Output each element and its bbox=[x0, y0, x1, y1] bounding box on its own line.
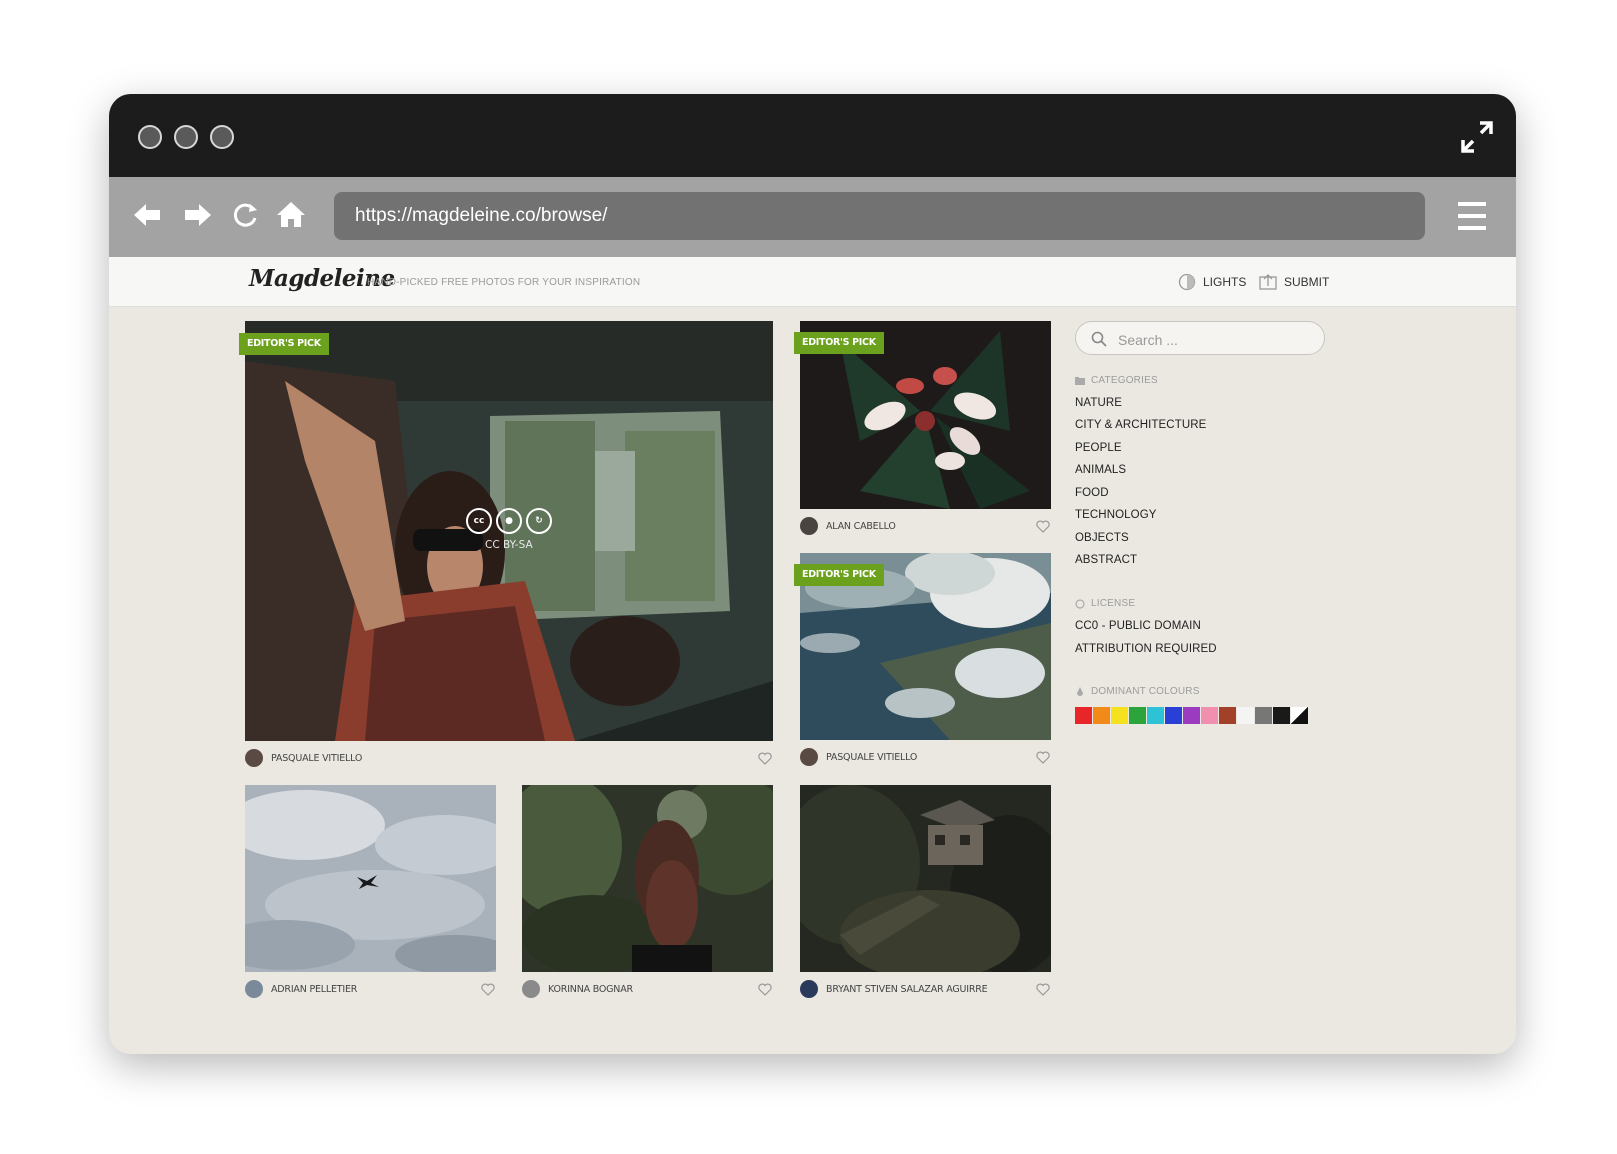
minimize-dot[interactable] bbox=[174, 125, 198, 149]
colour-swatch[interactable] bbox=[1111, 707, 1128, 724]
forest-house-image bbox=[800, 785, 1051, 972]
license-cc0[interactable]: CC0 - PUBLIC DOMAIN bbox=[1075, 620, 1201, 632]
hamburger-menu-icon[interactable] bbox=[1458, 201, 1486, 231]
category-city-architecture[interactable]: CITY & ARCHITECTURE bbox=[1075, 419, 1206, 431]
colour-swatch[interactable] bbox=[1129, 707, 1146, 724]
photo-forest-woman[interactable] bbox=[522, 785, 773, 972]
colour-swatch[interactable] bbox=[1147, 707, 1164, 724]
lights-toggle[interactable]: LIGHTS bbox=[1178, 273, 1246, 291]
license-attribution[interactable]: ATTRIBUTION REQUIRED bbox=[1075, 643, 1217, 655]
heart-icon[interactable] bbox=[1036, 751, 1050, 764]
heart-icon[interactable] bbox=[1036, 520, 1050, 533]
avatar bbox=[522, 980, 540, 998]
browser-window: https://magdeleine.co/browse/ Magdeleine… bbox=[109, 94, 1516, 1054]
lights-label: LIGHTS bbox=[1203, 275, 1247, 289]
license-icons: cc ● ↻ bbox=[466, 508, 552, 534]
author-row[interactable]: KORINNA BOGNAR bbox=[522, 979, 633, 999]
editors-pick-badge: EDITOR'S PICK bbox=[794, 332, 884, 354]
expand-icon[interactable] bbox=[1460, 120, 1494, 154]
author-name: PASQUALE VITIELLO bbox=[826, 751, 918, 763]
colour-swatch[interactable] bbox=[1075, 707, 1092, 724]
search-input[interactable] bbox=[1116, 329, 1310, 351]
author-row[interactable]: BRYANT STIVEN SALAZAR AGUIRRE bbox=[800, 979, 988, 999]
author-row[interactable]: ALAN CABELLO bbox=[800, 516, 896, 536]
photo-card[interactable]: EDITOR'S PICK cc ● ↻ CC BY-SA PASQUALE V… bbox=[239, 321, 773, 771]
colour-swatch[interactable] bbox=[1255, 707, 1272, 724]
search-icon bbox=[1091, 331, 1107, 347]
home-icon[interactable] bbox=[275, 199, 307, 231]
category-nature[interactable]: NATURE bbox=[1075, 397, 1122, 409]
author-name: ALAN CABELLO bbox=[826, 520, 896, 532]
drop-icon bbox=[1077, 686, 1083, 696]
avatar bbox=[245, 749, 263, 767]
forest-woman-image bbox=[522, 785, 773, 972]
site-tagline: HAND-PICKED FREE PHOTOS FOR YOUR INSPIRA… bbox=[367, 277, 641, 288]
back-arrow-icon[interactable] bbox=[132, 199, 164, 231]
bird-sky-image bbox=[245, 785, 496, 972]
colour-swatch[interactable] bbox=[1165, 707, 1182, 724]
avatar bbox=[800, 748, 818, 766]
reload-icon[interactable] bbox=[229, 199, 261, 231]
bulb-icon bbox=[1178, 273, 1196, 291]
photo-card[interactable]: KORINNA BOGNAR bbox=[522, 785, 773, 1003]
avatar bbox=[245, 980, 263, 998]
heart-icon[interactable] bbox=[481, 983, 495, 996]
nav-bar: https://magdeleine.co/browse/ bbox=[109, 177, 1516, 257]
sa-icon: ↻ bbox=[526, 508, 552, 534]
cc-small-icon bbox=[1075, 598, 1085, 609]
category-food[interactable]: FOOD bbox=[1075, 487, 1109, 499]
search-box[interactable] bbox=[1075, 321, 1325, 355]
author-row[interactable]: PASQUALE VITIELLO bbox=[800, 747, 917, 767]
cc-icon: cc bbox=[466, 508, 492, 534]
editors-pick-badge: EDITOR'S PICK bbox=[239, 333, 329, 355]
author-name: ADRIAN PELLETIER bbox=[271, 983, 358, 995]
author-name: PASQUALE VITIELLO bbox=[271, 752, 363, 764]
photo-card[interactable]: ADRIAN PELLETIER bbox=[245, 785, 496, 1003]
url-bar[interactable]: https://magdeleine.co/browse/ bbox=[334, 192, 1425, 240]
category-abstract[interactable]: ABSTRACT bbox=[1075, 554, 1137, 566]
category-people[interactable]: PEOPLE bbox=[1075, 442, 1122, 454]
categories-title: CATEGORIES bbox=[1075, 375, 1158, 386]
category-technology[interactable]: TECHNOLOGY bbox=[1075, 509, 1157, 521]
category-animals[interactable]: ANIMALS bbox=[1075, 464, 1126, 476]
submit-link[interactable]: SUBMIT bbox=[1259, 273, 1329, 291]
photo-forest-house[interactable] bbox=[800, 785, 1051, 972]
colour-swatch[interactable] bbox=[1237, 707, 1254, 724]
forward-arrow-icon[interactable] bbox=[181, 199, 213, 231]
heart-icon[interactable] bbox=[758, 752, 772, 765]
colour-swatch[interactable] bbox=[1219, 707, 1236, 724]
author-row[interactable]: ADRIAN PELLETIER bbox=[245, 979, 357, 999]
editors-pick-badge: EDITOR'S PICK bbox=[794, 564, 884, 586]
category-objects[interactable]: OBJECTS bbox=[1075, 532, 1129, 544]
avatar bbox=[800, 517, 818, 535]
colour-swatch[interactable] bbox=[1273, 707, 1290, 724]
avatar bbox=[800, 980, 818, 998]
colour-swatch[interactable] bbox=[1183, 707, 1200, 724]
folder-icon bbox=[1075, 376, 1085, 385]
author-name: KORINNA BOGNAR bbox=[548, 983, 633, 995]
colour-swatch[interactable] bbox=[1093, 707, 1110, 724]
heart-icon[interactable] bbox=[758, 983, 772, 996]
site-header: Magdeleine HAND-PICKED FREE PHOTOS FOR Y… bbox=[109, 257, 1516, 307]
colour-swatch[interactable] bbox=[1201, 707, 1218, 724]
license-label: CC BY-SA bbox=[485, 539, 533, 551]
title-bar bbox=[109, 94, 1516, 177]
photo-card[interactable]: BRYANT STIVEN SALAZAR AGUIRRE bbox=[800, 785, 1051, 1003]
colour-swatch[interactable] bbox=[1291, 707, 1308, 724]
photo-card[interactable]: EDITOR'S PICK ALAN CABELLO bbox=[794, 321, 1051, 541]
photo-card[interactable]: EDITOR'S PICK PASQUALE VITIELLO bbox=[794, 553, 1051, 771]
author-name: BRYANT STIVEN SALAZAR AGUIRRE bbox=[826, 983, 988, 995]
photo-bird-sky[interactable] bbox=[245, 785, 496, 972]
submit-label: SUBMIT bbox=[1284, 275, 1330, 289]
maximize-dot[interactable] bbox=[210, 125, 234, 149]
upload-icon bbox=[1259, 274, 1277, 290]
colour-swatches bbox=[1075, 707, 1308, 724]
by-icon: ● bbox=[496, 508, 522, 534]
heart-icon[interactable] bbox=[1036, 983, 1050, 996]
author-row[interactable]: PASQUALE VITIELLO bbox=[245, 748, 362, 768]
close-dot[interactable] bbox=[138, 125, 162, 149]
license-title: LICENSE bbox=[1075, 598, 1135, 609]
colours-title: DOMINANT COLOURS bbox=[1075, 686, 1200, 697]
